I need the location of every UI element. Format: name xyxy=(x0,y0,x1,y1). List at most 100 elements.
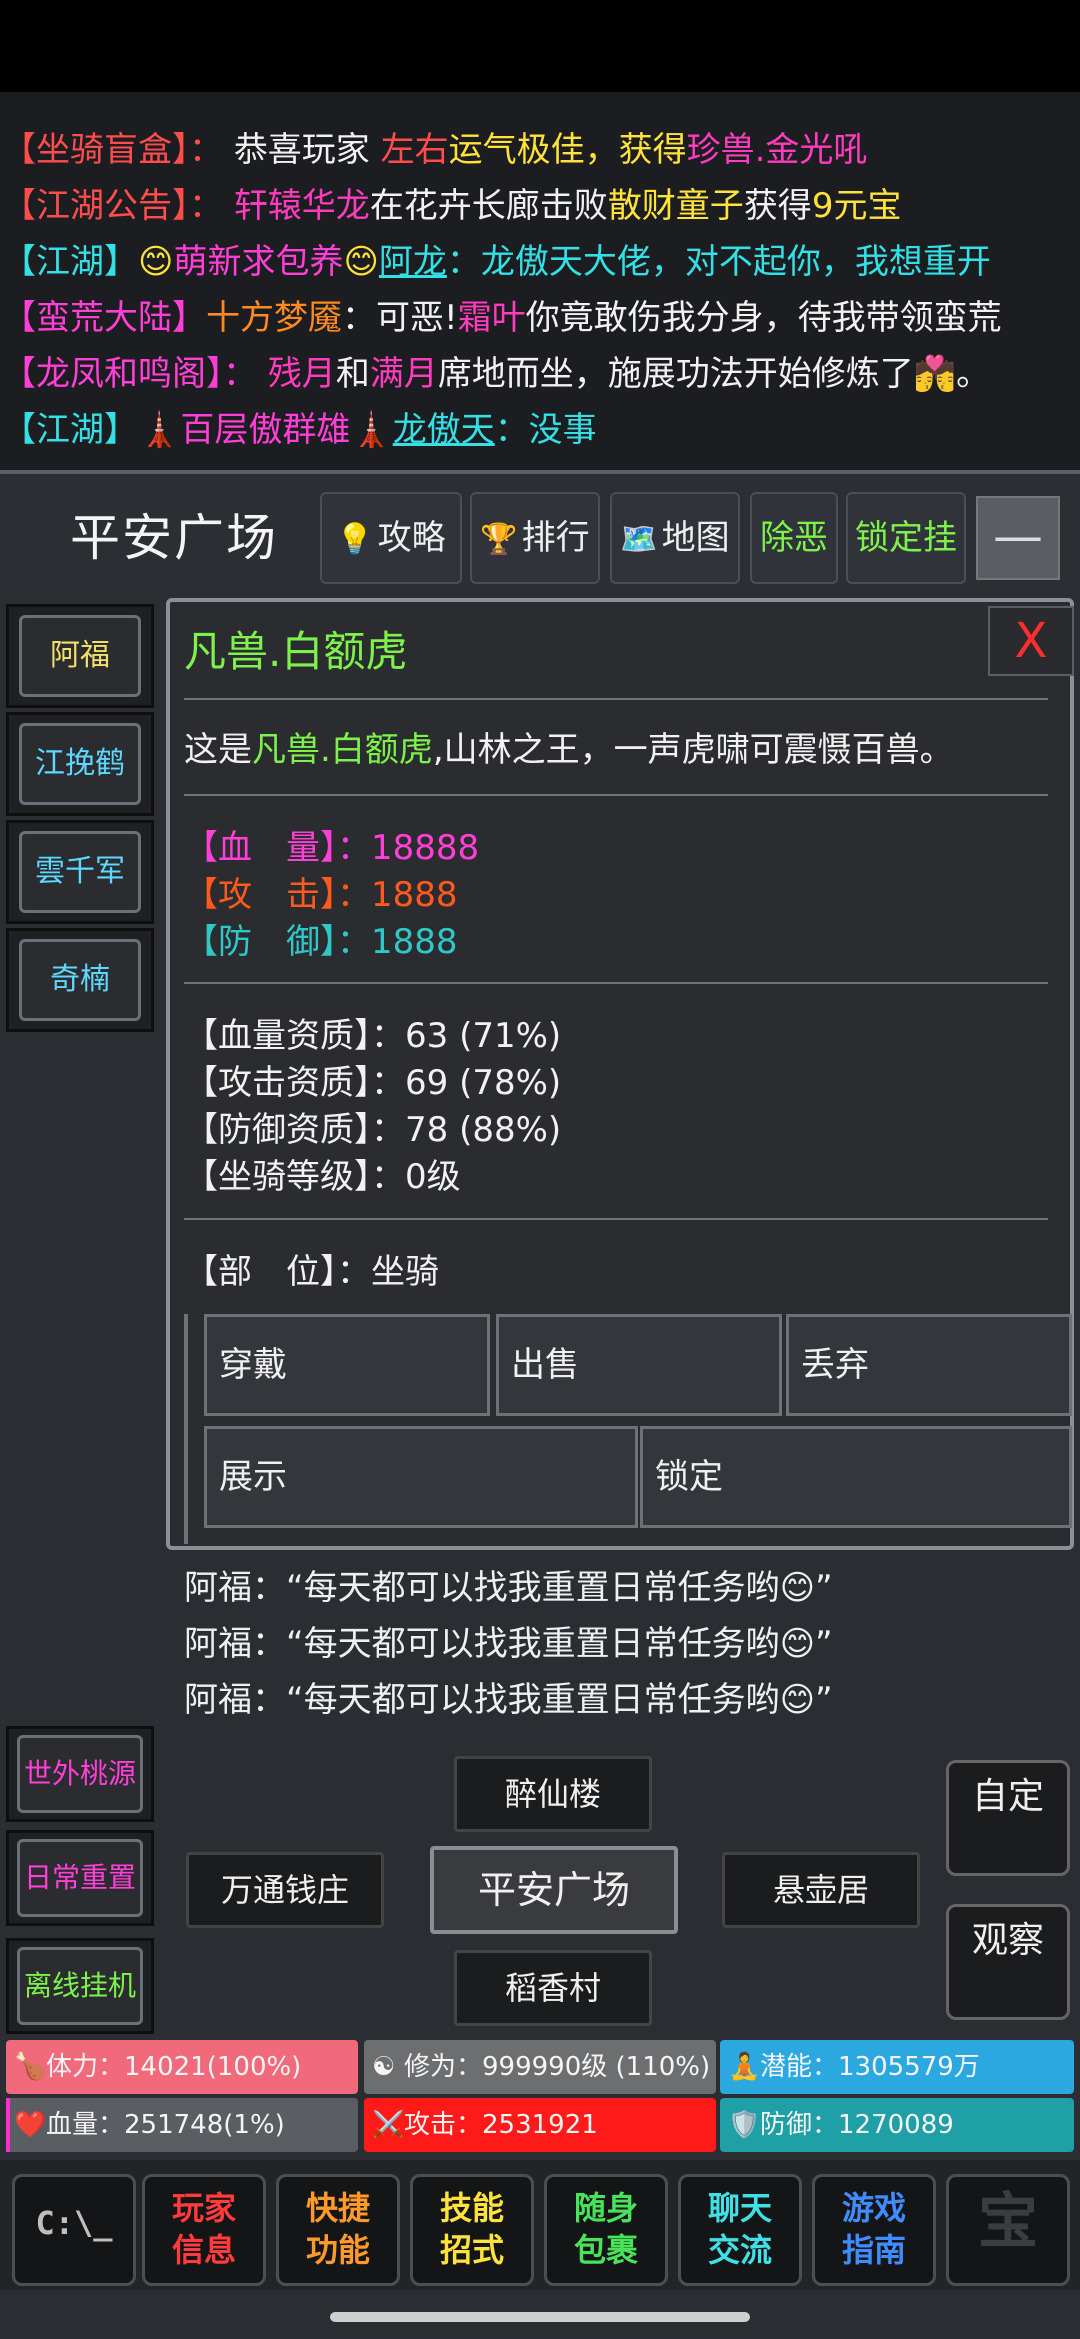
stat-label: 【攻 击】： xyxy=(184,875,371,915)
npc-label: 江挽鹤 xyxy=(19,723,141,805)
nav-chat[interactable]: 聊天 交流 xyxy=(678,2174,802,2286)
side-button-taoyuan[interactable]: 世外桃源 xyxy=(6,1726,154,1822)
tab-guide[interactable]: 💡 攻略 xyxy=(320,492,462,584)
tab-label: 排行 xyxy=(521,518,590,558)
meditation-icon: 🧘 xyxy=(728,2052,761,2082)
map-exit-north[interactable]: 醉仙楼 xyxy=(454,1756,652,1832)
chat-segment: 残月 xyxy=(267,354,336,394)
divider xyxy=(184,794,1048,796)
lock-button[interactable]: 锁定 xyxy=(640,1426,1072,1528)
npc-qinan[interactable]: 奇楠 xyxy=(6,928,154,1032)
chat-segment: 左右 xyxy=(380,130,449,170)
cultivation-bar: ☯ 修为：999990级 (110%) xyxy=(364,2040,716,2094)
npc-label: 奇楠 xyxy=(19,939,141,1021)
npc-afu[interactable]: 阿福 xyxy=(6,604,154,708)
side-button-offline-afk[interactable]: 离线挂机 xyxy=(6,1938,154,2034)
item-detail-dialog: 凡兽.白额虎 X 这是凡兽.白额虎,山林之王，一声虎啸可震慑百兽。 【血 量】：… xyxy=(166,598,1074,1550)
chat-segment: 阿龙 xyxy=(378,242,447,282)
location-title: 平安广场 xyxy=(70,509,278,567)
chat-segment: ：没事 xyxy=(494,410,597,450)
chat-segment: 轩辕华龙 xyxy=(233,186,370,226)
desc-item-name: 凡兽.白额虎 xyxy=(252,730,433,770)
npc-yun-qianjun[interactable]: 雲千军 xyxy=(6,820,154,924)
hp-bar: ❤️ 血量：251748(1%) xyxy=(6,2098,358,2152)
crossed-swords-icon: ⚔️ xyxy=(372,2110,405,2140)
npc-dialogue-line: 阿福：“每天都可以找我重置日常任务哟😊” xyxy=(184,1680,833,1720)
observe-button[interactable]: 观察 xyxy=(946,1904,1070,2020)
chat-segment: 百层傲群雄 xyxy=(180,410,351,450)
chat-segment: 【江湖】 xyxy=(2,410,138,450)
bottom-nav: C:\_ 玩家 信息 快捷 功能 技能 招式 随身 包裹 聊天 交流 游戏 指南 宝 xyxy=(0,2160,1080,2290)
npc-list: 阿福 江挽鹤 雲千军 奇楠 xyxy=(6,604,154,1034)
npc-jiang-wanhe[interactable]: 江挽鹤 xyxy=(6,712,154,816)
show-button[interactable]: 展示 xyxy=(204,1426,638,1528)
console-icon[interactable]: C:\_ xyxy=(12,2174,136,2286)
chat-segment: 龙傲天 xyxy=(392,410,495,450)
tab-map[interactable]: 🗺️ 地图 xyxy=(610,492,740,584)
custom-button[interactable]: 自定 xyxy=(946,1760,1070,1876)
npc-dialogue-line: 阿福：“每天都可以找我重置日常任务哟😊” xyxy=(184,1568,833,1608)
map-exit-east[interactable]: 悬壶居 xyxy=(722,1852,920,1928)
tab-label: 除恶 xyxy=(760,518,828,558)
chat-segment: 🗼 xyxy=(138,410,181,450)
divider xyxy=(184,1218,1048,1220)
chat-segment: ：龙傲天大佬，对不起你，我想重开 xyxy=(446,242,991,282)
chat-segment: 你竟敢伤我分身，待我带领蛮荒 xyxy=(525,298,1002,338)
home-indicator[interactable] xyxy=(330,2312,750,2322)
tab-lock-afk[interactable]: 锁定挂 xyxy=(846,492,966,584)
chat-line: 【江湖】🗼百层傲群雄🗼龙傲天：没事 xyxy=(0,402,1080,458)
chat-line: 【江湖】😊萌新求包养😊阿龙：龙傲天大佬，对不起你，我想重开 xyxy=(0,234,1080,290)
equip-button[interactable]: 穿戴 xyxy=(204,1314,490,1416)
nav-player-info[interactable]: 玩家 信息 xyxy=(142,2174,266,2286)
yin-yang-icon: ☯ xyxy=(372,2052,396,2082)
chat-segment: 9元宝 xyxy=(811,186,902,226)
nav-label: 招式 xyxy=(439,2231,504,2269)
nav-label: 随身 xyxy=(573,2189,638,2227)
chat-segment: 😊 xyxy=(343,242,379,282)
map-exit-south[interactable]: 稻香村 xyxy=(454,1950,652,2026)
tab-ranking[interactable]: 🏆 排行 xyxy=(470,492,600,584)
map-exit-west[interactable]: 万通钱庄 xyxy=(186,1852,384,1928)
collapse-button[interactable]: — xyxy=(976,496,1060,580)
quality-hp: 【血量资质】：63 (71%) xyxy=(184,1016,562,1056)
trophy-icon: 🏆 xyxy=(480,522,518,557)
hp-fill xyxy=(6,2098,10,2152)
quality-attack: 【攻击资质】：69 (78%) xyxy=(184,1063,562,1103)
side-button-daily-reset[interactable]: 日常重置 xyxy=(6,1830,154,1926)
location-bar: 平安广场 💡 攻略 🏆 排行 🗺️ 地图 除恶 锁定挂 — xyxy=(0,478,1080,598)
chat-segment: 【江湖公告】 xyxy=(2,186,189,226)
tab-label: 地图 xyxy=(661,518,730,558)
hp-text: 血量：251748(1%) xyxy=(46,2110,285,2140)
cultivation-text: 修为：999990级 (110%) xyxy=(404,2052,711,2082)
chat-segment: 散财童子 xyxy=(607,186,744,226)
stamina-text: 体力：14021(100%) xyxy=(46,2052,302,2082)
side-button-label: 离线挂机 xyxy=(17,1947,143,2025)
item-description: 这是凡兽.白额虎,山林之王，一声虎啸可震慑百兽。 xyxy=(184,722,954,771)
sell-button[interactable]: 出售 xyxy=(496,1314,782,1416)
stat-label: 【血 量】： xyxy=(184,828,371,868)
chat-segment: 【龙凤和鸣阁】 xyxy=(2,354,223,394)
discard-button[interactable]: 丢弃 xyxy=(786,1314,1072,1416)
nav-label: 快捷 xyxy=(305,2189,370,2227)
stat-value: 1888 xyxy=(371,922,458,962)
chat-segment: ： xyxy=(189,130,234,170)
chat-line: 【江湖公告】： 轩辕华龙在花卉长廊击败散财童子获得9元宝 xyxy=(0,178,1080,234)
nav-guide[interactable]: 游戏 指南 xyxy=(812,2174,936,2286)
stat-attack: 【攻 击】：1888 xyxy=(184,867,458,916)
chat-feed[interactable]: 【坐骑盲盒】： 恭喜玩家 左右运气极佳，获得珍兽.金光吼 【江湖公告】： 轩辕华龙… xyxy=(0,92,1080,470)
nav-shortcuts[interactable]: 快捷 功能 xyxy=(276,2174,400,2286)
chat-segment: 珍兽.金光吼 xyxy=(686,130,868,170)
chat-segment: 【江湖】 xyxy=(2,242,138,282)
treasure-icon[interactable]: 宝 xyxy=(946,2174,1070,2286)
chat-segment: 【坐骑盲盒】 xyxy=(2,130,189,170)
tab-punish-evil[interactable]: 除恶 xyxy=(750,492,838,584)
stat-value: 1888 xyxy=(371,875,458,915)
close-button[interactable]: X xyxy=(988,606,1074,676)
nav-label: 交流 xyxy=(707,2231,772,2269)
nav-inventory[interactable]: 随身 包裹 xyxy=(544,2174,668,2286)
nav-skills[interactable]: 技能 招式 xyxy=(410,2174,534,2286)
chat-segment: 满月 xyxy=(369,354,438,394)
divider xyxy=(0,470,1080,474)
desc-suffix: ,山林之王，一声虎啸可震慑百兽。 xyxy=(432,730,954,770)
chat-segment: 在花卉长廊击败 xyxy=(369,186,608,226)
